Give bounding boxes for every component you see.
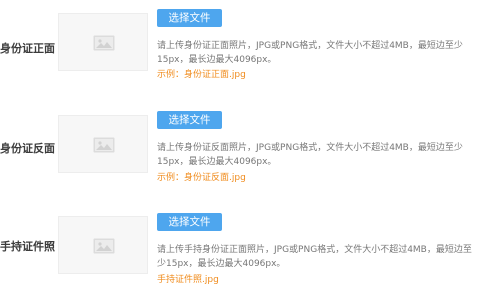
image-preview-handheld[interactable] xyxy=(58,216,148,274)
field-label-id-front: 身份证正面: xyxy=(0,42,55,55)
example-filename: 示例：身份证反面.jpg xyxy=(157,173,246,183)
upload-row-id-back: 身份证反面: 选择文件 请上传身份证反面照片，JPG或PNG格式，文件大小不超过… xyxy=(0,100,480,200)
choose-file-button-id-front[interactable]: 选择文件 xyxy=(157,9,222,27)
image-placeholder-icon xyxy=(93,137,115,153)
field-label-id-back: 身份证反面: xyxy=(0,142,55,155)
example-filename: 示例：身份证正面.jpg xyxy=(157,70,246,80)
example-filename: 手持证件照.jpg xyxy=(157,275,219,285)
choose-file-button-handheld[interactable]: 选择文件 xyxy=(157,213,222,231)
image-preview-id-back[interactable] xyxy=(58,115,148,173)
upload-instructions-line2: 少15px，最长边最大4096px。 xyxy=(157,259,286,269)
upload-instructions-line2: 15px，最长边最大4096px。 xyxy=(157,55,277,65)
image-preview-id-front[interactable] xyxy=(58,13,148,71)
upload-row-id-front: 身份证正面: 选择文件 请上传身份证正面照片，JPG或PNG格式，文件大小不超过… xyxy=(0,0,480,100)
upload-row-handheld: 手持证件照: 选择文件 请上传手持身份证正面照片，JPG或PNG格式，文件大小不… xyxy=(0,200,480,300)
image-placeholder-icon xyxy=(93,35,115,51)
upload-instructions-line1: 请上传身份证正面照片，JPG或PNG格式，文件大小不超过4MB，最短边至少 xyxy=(157,41,463,51)
image-placeholder-icon xyxy=(93,238,115,254)
upload-instructions-line2: 15px，最长边最大4096px。 xyxy=(157,157,277,167)
choose-file-button-id-back[interactable]: 选择文件 xyxy=(157,111,222,129)
upload-instructions-line1: 请上传身份证反面照片，JPG或PNG格式，文件大小不超过4MB，最短边至少 xyxy=(157,143,463,153)
upload-instructions-line1: 请上传手持身份证正面照片，JPG或PNG格式，文件大小不超过4MB，最短边至 xyxy=(157,245,472,255)
field-label-handheld: 手持证件照: xyxy=(0,240,55,253)
